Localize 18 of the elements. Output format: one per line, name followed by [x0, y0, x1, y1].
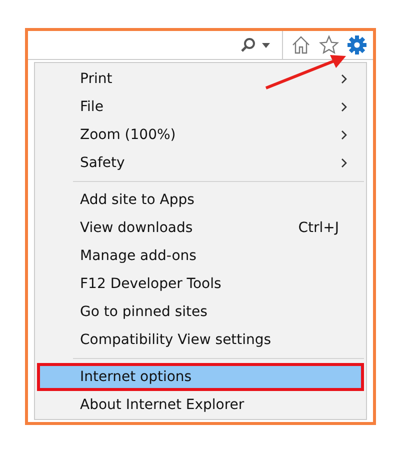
- menu-item[interactable]: Print: [37, 65, 364, 93]
- menu-item[interactable]: About Internet Explorer: [37, 391, 364, 419]
- search-icon[interactable]: [240, 37, 256, 53]
- settings-icon[interactable]: [347, 35, 367, 55]
- menu-item[interactable]: Safety: [37, 149, 364, 177]
- menu-item[interactable]: F12 Developer Tools: [37, 270, 364, 298]
- menu-item[interactable]: Zoom (100%): [37, 121, 364, 149]
- menu-item[interactable]: Internet options: [37, 363, 364, 391]
- menu-item[interactable]: Manage add-ons: [37, 242, 364, 270]
- star-icon[interactable]: [319, 35, 339, 55]
- menu-item[interactable]: Add site to Apps: [37, 186, 364, 214]
- caret-icon[interactable]: [262, 42, 270, 48]
- menu-item[interactable]: View downloads Ctrl+J: [37, 214, 364, 242]
- menu-item[interactable]: Compatibility View settings: [37, 326, 364, 354]
- menu-item[interactable]: File: [37, 93, 364, 121]
- home-icon[interactable]: [291, 35, 311, 55]
- menu-item[interactable]: Go to pinned sites: [37, 298, 364, 326]
- shortcut-label: Ctrl+J: [298, 220, 339, 236]
